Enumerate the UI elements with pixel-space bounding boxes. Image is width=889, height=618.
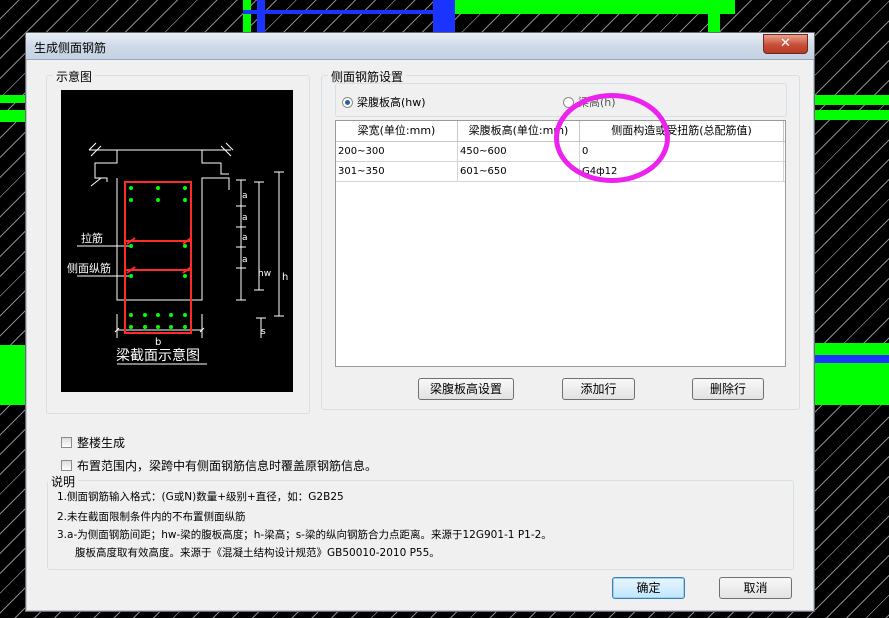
dim-hw: hw <box>258 269 271 279</box>
dim-b: b <box>155 337 161 348</box>
beam-section-drawing: 拉筋 侧面纵筋 a a a a hw h s b 梁截面示意图 <box>67 142 288 365</box>
cad-background-line <box>433 0 455 32</box>
overwrite-label: 布置范围内，梁跨中有侧面钢筋信息时覆盖原钢筋信息。 <box>77 459 378 473</box>
note-line-4: 腹板高度取有效高度。来源于《混凝土结构设计规范》GB50010-2010 P55… <box>75 547 440 559</box>
diagram-group-label: 示意图 <box>53 68 96 85</box>
column-header-beam-width[interactable]: 梁宽(单位:mm) <box>336 121 458 141</box>
radio-beam-height-label: 梁高(h) <box>578 96 616 109</box>
cell-beam-width[interactable]: 301~350 <box>336 162 458 181</box>
column-header-web-height[interactable]: 梁腹板高(单位:mm) <box>458 121 580 141</box>
radio-selected-icon <box>342 96 353 108</box>
web-height-setting-button[interactable]: 梁腹板高设置 <box>418 378 514 400</box>
delete-row-button[interactable]: 删除行 <box>692 378 764 400</box>
close-button[interactable]: ✕ <box>763 34 808 54</box>
table-row[interactable]: 301~350 601~650 G4ф12 <box>336 162 785 182</box>
radio-beam-height[interactable]: 梁高(h) <box>563 94 616 110</box>
whole-building-checkbox-row[interactable]: 整楼生成 <box>61 434 125 451</box>
cad-background-line <box>708 0 720 32</box>
note-line-3: 3.a-为侧面钢筋间距；hw-梁的腹板高度；h-梁高；s-梁的纵向钢筋合力点距离… <box>57 529 552 541</box>
column-header-side-rebar[interactable]: 侧面构造或受扭筋(总配筋值) <box>580 121 784 141</box>
cad-background-line <box>455 0 735 14</box>
table-row[interactable]: 200~300 450~600 0 <box>336 142 785 162</box>
dialog-titlebar[interactable]: 生成侧面钢筋 ✕ <box>26 33 814 60</box>
cad-background-line <box>257 0 265 32</box>
dim-a-4: a <box>242 255 248 265</box>
cad-background-line <box>0 345 25 405</box>
cad-background-line <box>0 95 25 103</box>
notes-group: 说明 1.侧面钢筋输入格式：(G或N)数量+级别+直径，如：G2B25 2.未在… <box>47 473 794 570</box>
cell-beam-width[interactable]: 200~300 <box>336 142 458 161</box>
dim-a-1: a <box>242 191 248 201</box>
cad-background-line <box>0 110 25 122</box>
cancel-button[interactable]: 取消 <box>719 577 792 599</box>
dim-s: s <box>261 327 266 337</box>
cad-background-line <box>815 95 889 105</box>
dim-a-2: a <box>242 213 248 223</box>
add-row-button[interactable]: 添加行 <box>562 378 635 400</box>
cell-side-rebar[interactable]: 0 <box>580 142 784 161</box>
cell-side-rebar[interactable]: G4ф12 <box>580 162 784 181</box>
tie-bar-label: 拉筋 <box>81 231 103 245</box>
close-icon: ✕ <box>780 36 791 51</box>
diagram-caption: 梁截面示意图 <box>116 347 200 364</box>
whole-building-label: 整楼生成 <box>77 436 126 450</box>
height-mode-radio-group: 梁腹板高(hw) 梁高(h) <box>335 83 787 117</box>
table-header: 梁宽(单位:mm) 梁腹板高(单位:mm) 侧面构造或受扭筋(总配筋值) <box>336 121 785 142</box>
whole-building-checkbox[interactable] <box>61 437 72 448</box>
ok-button[interactable]: 确定 <box>612 577 685 599</box>
note-line-2: 2.未在截面限制条件内的不布置侧面纵筋 <box>57 511 246 523</box>
overwrite-checkbox[interactable] <box>61 460 72 471</box>
cad-background-line <box>815 355 889 363</box>
cad-background-line <box>815 343 889 405</box>
radio-web-height[interactable]: 梁腹板高(hw) <box>342 94 426 110</box>
notes-title: 说明 <box>48 473 79 490</box>
radio-web-height-label: 梁腹板高(hw) <box>357 96 426 109</box>
overwrite-checkbox-row[interactable]: 布置范围内，梁跨中有侧面钢筋信息时覆盖原钢筋信息。 <box>61 457 377 474</box>
dialog-title: 生成侧面钢筋 <box>34 41 107 55</box>
generate-side-rebar-dialog: 生成侧面钢筋 ✕ 示意图 拉筋 侧面纵筋 a a a a hw h s b 梁截… <box>25 32 815 612</box>
cell-web-height[interactable]: 450~600 <box>458 142 580 161</box>
cad-background-line <box>243 0 251 32</box>
beam-section-diagram: 拉筋 侧面纵筋 a a a a hw h s b 梁截面示意图 <box>61 90 293 392</box>
cad-background-line <box>815 110 889 120</box>
note-line-1: 1.侧面钢筋输入格式：(G或N)数量+级别+直径，如：G2B25 <box>57 491 344 503</box>
radio-unselected-icon <box>563 96 574 108</box>
side-rebar-table[interactable]: 梁宽(单位:mm) 梁腹板高(单位:mm) 侧面构造或受扭筋(总配筋值) 200… <box>335 120 786 367</box>
side-bar-label: 侧面纵筋 <box>67 261 111 275</box>
cell-web-height[interactable]: 601~650 <box>458 162 580 181</box>
cad-background-line <box>243 10 443 14</box>
dim-h: h <box>282 272 288 283</box>
dim-a-3: a <box>242 233 248 243</box>
